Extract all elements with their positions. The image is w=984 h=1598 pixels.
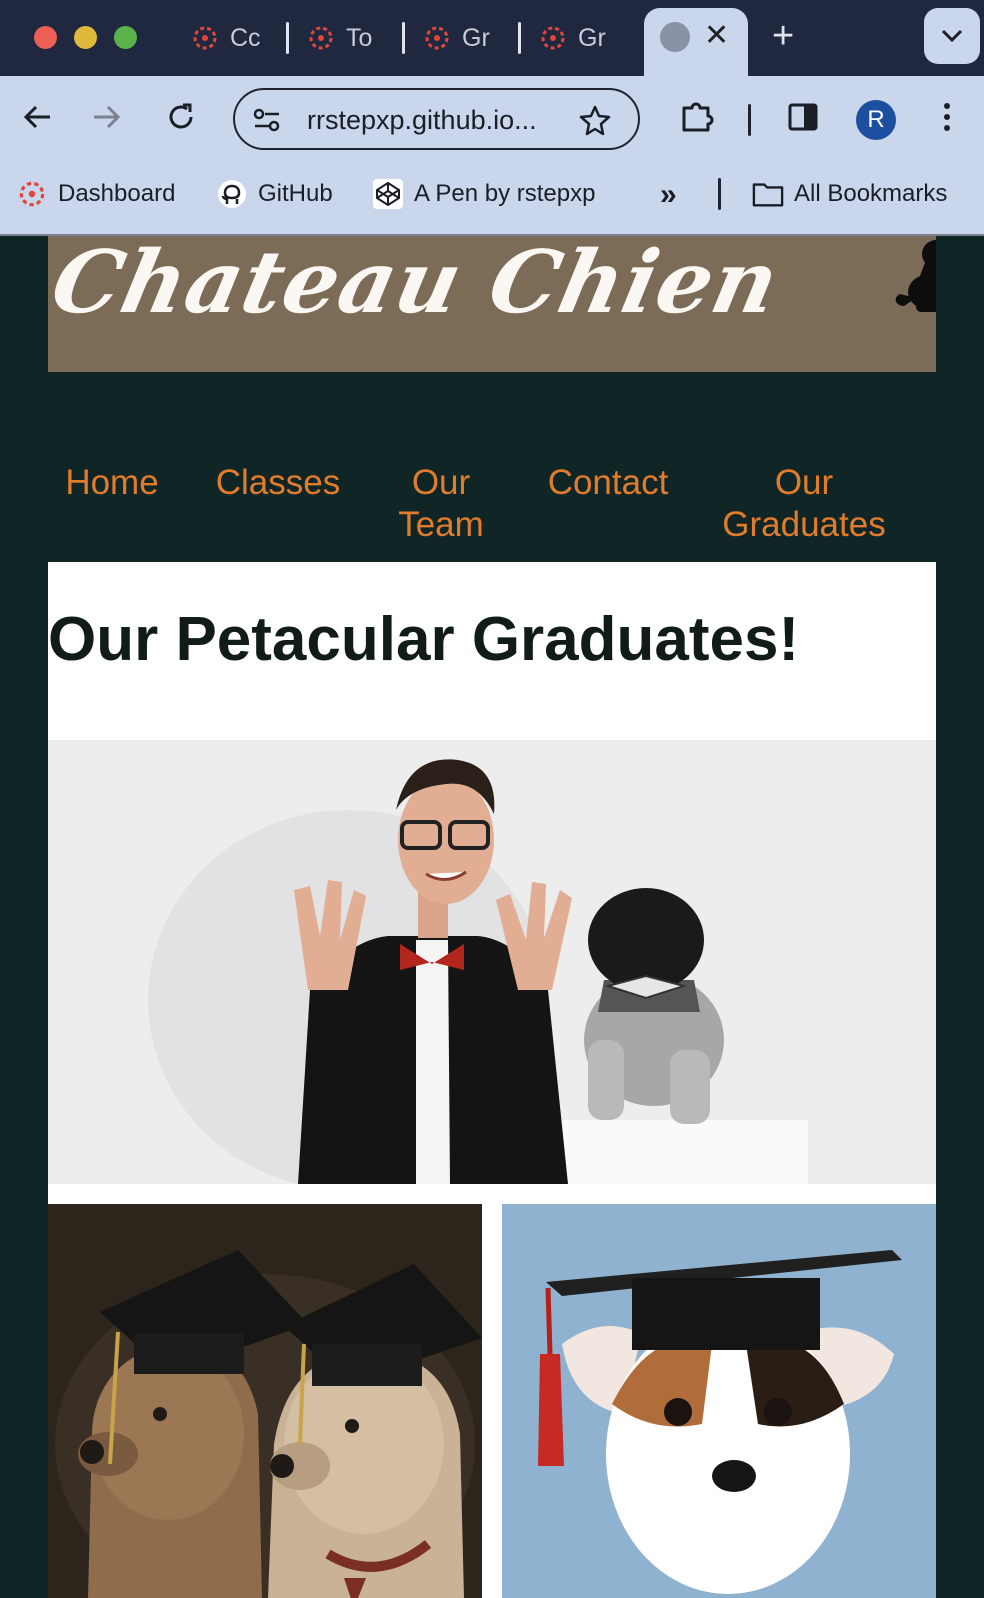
dog-silhouette-icon	[895, 240, 936, 312]
url-text: rrstepxp.github.io...	[307, 105, 537, 135]
all-bookmarks-button[interactable]: All Bookmarks	[752, 178, 947, 210]
tab-divider	[402, 22, 405, 54]
tab-divider	[518, 22, 521, 54]
nav-our-team[interactable]: Our Team	[394, 462, 488, 546]
new-tab-button[interactable]: +	[772, 14, 794, 58]
bookmark-codepen[interactable]: A Pen by rstepxp	[372, 178, 595, 210]
canvas-icon	[425, 26, 449, 50]
canvas-icon	[309, 26, 333, 50]
bookmark-label: GitHub	[258, 180, 333, 207]
forward-button[interactable]	[86, 96, 128, 138]
bookmark-label: A Pen by rstepxp	[414, 180, 596, 207]
side-panel-icon	[788, 103, 818, 131]
canvas-icon	[19, 181, 45, 207]
tab-label: To	[346, 23, 373, 52]
side-panel-button[interactable]	[782, 96, 824, 138]
puzzle-icon	[682, 102, 714, 132]
tab-strip: Cc To Gr Gr ✕ +	[0, 0, 984, 76]
minimize-window-button[interactable]	[74, 26, 97, 49]
arrow-left-icon	[23, 105, 50, 129]
browser-tab[interactable]: To	[306, 16, 372, 60]
bookmarks-divider	[718, 178, 721, 210]
chevron-down-icon	[941, 29, 963, 43]
reload-icon	[169, 103, 193, 129]
browser-toolbar: rrstepxp.github.io... R	[0, 76, 984, 158]
active-tab[interactable]: ✕	[644, 8, 748, 76]
maximize-window-button[interactable]	[114, 26, 137, 49]
bookmark-star-icon[interactable]	[579, 104, 611, 136]
site-settings-icon[interactable]	[253, 107, 281, 133]
github-icon	[218, 180, 246, 208]
page-title: Our Petacular Graduates!	[48, 605, 800, 674]
more-vertical-icon	[944, 103, 950, 131]
browser-tab[interactable]: Cc	[190, 16, 261, 60]
folder-icon	[752, 183, 784, 207]
browser-tab[interactable]: Gr	[422, 16, 490, 60]
tab-label: Cc	[230, 23, 261, 52]
tab-divider	[286, 22, 289, 54]
profile-avatar[interactable]: R	[856, 100, 896, 140]
reload-button[interactable]	[160, 96, 202, 138]
canvas-icon	[193, 26, 217, 50]
bookmarks-overflow-button[interactable]: »	[660, 178, 677, 212]
site-logo[interactable]: Chateau Chien	[48, 236, 788, 333]
graduate-photo-jack-russell	[502, 1204, 936, 1598]
canvas-icon	[541, 26, 565, 50]
close-tab-icon[interactable]: ✕	[704, 16, 729, 56]
address-bar[interactable]: rrstepxp.github.io...	[233, 88, 640, 150]
nav-our-graduates[interactable]: Our Graduates	[720, 462, 888, 546]
nav-contact[interactable]: Contact	[544, 462, 672, 504]
back-button[interactable]	[16, 96, 58, 138]
graduates-section: Our Petacular Graduates!	[48, 562, 936, 1598]
nav-home[interactable]: Home	[64, 462, 160, 504]
codepen-icon	[373, 179, 403, 209]
arrow-right-icon	[94, 105, 121, 129]
browser-tab[interactable]: Gr	[538, 16, 606, 60]
extensions-button[interactable]	[676, 96, 718, 138]
toolbar-divider	[748, 104, 751, 136]
tab-label: Gr	[578, 23, 606, 52]
close-window-button[interactable]	[34, 26, 57, 49]
bookmarks-bar: Dashboard GitHub A Pen by rstepxp » All …	[0, 158, 984, 236]
bookmark-dashboard[interactable]: Dashboard	[16, 178, 175, 210]
nav-classes[interactable]: Classes	[214, 462, 342, 504]
tab-search-button[interactable]	[924, 8, 980, 64]
browser-menu-button[interactable]	[926, 96, 968, 138]
bookmark-label: All Bookmarks	[794, 180, 948, 207]
bookmark-label: Dashboard	[58, 180, 176, 207]
graduate-photo-two-labradors	[48, 1204, 482, 1598]
tab-label: Gr	[462, 23, 490, 52]
bookmark-github[interactable]: GitHub	[216, 178, 333, 210]
globe-icon	[660, 22, 690, 52]
site-banner: Chateau Chien	[48, 236, 936, 372]
graduate-photo-man-and-pug	[48, 740, 936, 1184]
